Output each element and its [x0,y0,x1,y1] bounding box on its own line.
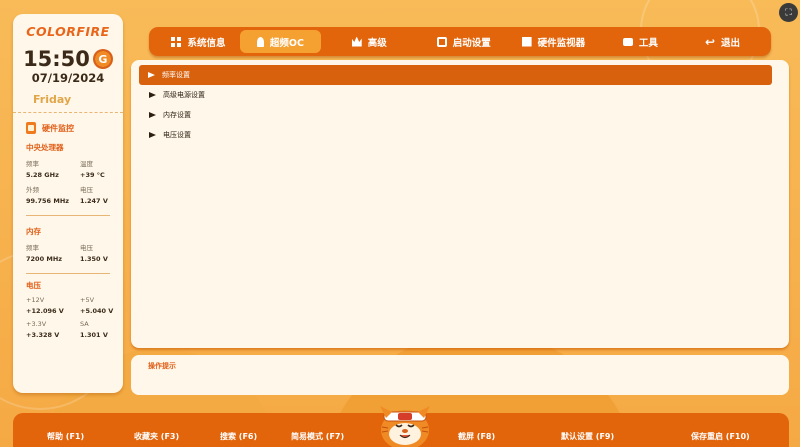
stat-label: +5V [80,296,95,304]
crown-icon [351,36,362,47]
stat-value: 1.247 V [80,197,108,205]
exit-icon: ↩ [704,34,715,49]
menu-item-label: 电压设置 [163,131,191,139]
tab-label: 系统信息 [187,37,226,49]
tab-exit[interactable]: ↩ 退出 [684,30,761,53]
arrow-right-icon [149,92,156,98]
tiger-mascot-icon [380,406,430,447]
easy-mode-button[interactable]: 简易模式 (F7) [291,431,344,442]
help-button[interactable]: 帮助 (F1) [47,431,84,442]
divider [13,112,123,113]
tab-label: 工具 [638,37,658,49]
search-button[interactable]: 搜索 (F6) [220,431,257,442]
cpu-stats: 频率 5.28 GHz 温度 +39 °C 外频 99.756 MHz 电压 1.247… [26,158,116,205]
cpu-section-title: 中央处理器 [26,143,64,152]
stat-label: 频率 [26,160,39,168]
stat-label: 电压 [80,244,93,252]
stat-value: 99.756 MHz [26,197,70,205]
menu-item-label: 内存设置 [163,111,191,119]
tab-boot[interactable]: 启动设置 [418,30,510,53]
default-settings-button[interactable]: 默认设置 (F9) [561,431,614,442]
stat-value: +39 °C [80,171,105,179]
stat-label: +3.3V [26,320,47,328]
arrow-right-icon [148,72,155,78]
chip-icon [26,122,36,134]
brand-badge-icon: G [92,49,113,69]
memory-stats: 频率 7200 MHz 电压 1.350 V [26,242,116,263]
stat-label: +12V [26,296,45,304]
stat-value: +5.040 V [80,307,114,315]
stat-value: 1.350 V [80,255,108,263]
stat-label: SA [80,320,89,328]
memory-section-title: 内存 [26,227,41,236]
stat-value: +12.096 V [26,307,64,315]
clock-date: 07/19/2024 [31,71,105,85]
clock-time: 15:50 [23,47,90,71]
save-restart-button[interactable]: 保存重启 (F10) [691,431,750,442]
stat-value: +3.328 V [26,331,60,339]
arrow-right-icon [149,132,156,138]
tab-advanced[interactable]: 高级 [327,30,412,53]
screenshot-button[interactable]: 截屏 (F8) [458,431,495,442]
divider [26,273,110,274]
grid-icon [171,36,182,47]
arrow-right-icon [149,112,156,118]
voltage-stats: +12V +12.096 V +5V +5.040 V +3.3V +3.328 V … [26,296,116,339]
menu-item-voltage-settings[interactable]: 电压设置 [132,125,788,145]
clock-weekday: Friday [33,93,72,106]
tab-label: 硬件监视器 [537,37,586,49]
stat-label: 电压 [80,186,93,194]
hint-panel: 操作提示 [131,355,789,395]
tab-tools[interactable]: 工具 [605,30,676,53]
menu-item-advanced-power[interactable]: 高级电源设置 [132,85,788,105]
stat-label: 频率 [26,244,39,252]
tab-label: 高级 [367,37,387,49]
menu-item-label: 频率设置 [162,71,190,79]
tab-system-info[interactable]: 系统信息 [159,30,238,53]
stat-value: 1.301 V [80,331,108,339]
hint-title: 操作提示 [148,362,176,370]
tab-label: 退出 [721,37,741,49]
favorites-button[interactable]: 收藏夹 (F3) [134,431,179,442]
stat-label: 外频 [26,186,39,194]
tab-label: 超频OC [269,37,304,49]
stat-value: 7200 MHz [26,255,63,263]
tab-label: 启动设置 [452,37,491,49]
brand-logo: COLORFIRE [26,24,110,39]
menu-item-memory-settings[interactable]: 内存设置 [132,105,788,125]
power-icon [436,36,447,47]
tab-overclock[interactable]: 超频OC [239,30,321,53]
rocket-icon [256,36,264,47]
fullscreen-icon[interactable]: ⛶ [779,3,798,22]
hardware-side-panel: COLORFIRE 15:50 G 07/19/2024 Friday 硬件监控… [13,14,123,393]
divider [26,215,110,216]
hardware-monitor-title: 硬件监控 [42,123,74,133]
menu-item-frequency-settings[interactable]: 频率设置 [139,65,772,85]
settings-panel: 频率设置 高级电源设置 内存设置 电压设置 [131,60,789,348]
menu-item-label: 高级电源设置 [163,91,205,99]
main-tab-bar: 系统信息 超频OC 高级 启动设置 硬件监视器 工具 ↩ 退出 [149,27,771,56]
tab-hardware-monitor[interactable]: 硬件监视器 [510,30,597,53]
stat-value: 5.28 GHz [26,171,59,179]
toolbox-icon [622,37,633,46]
stat-label: 温度 [80,160,93,168]
monitor-icon [521,36,532,47]
voltage-section-title: 电压 [26,281,41,290]
